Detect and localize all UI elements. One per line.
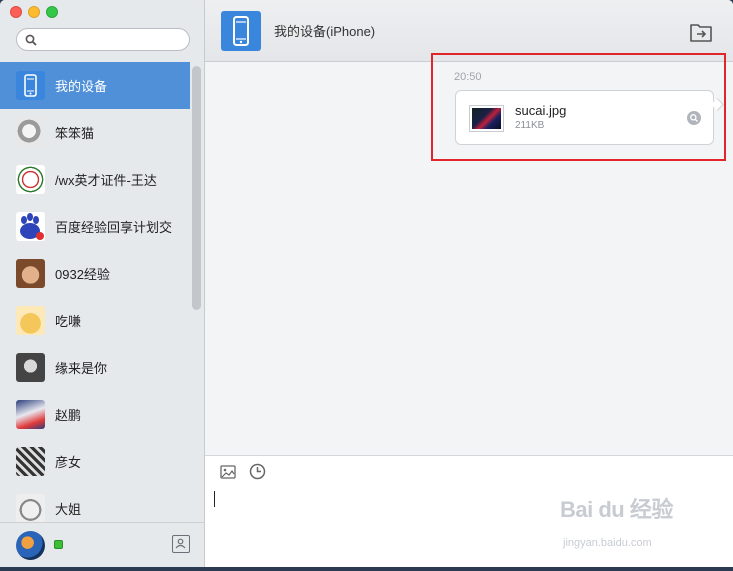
text-cursor — [214, 491, 215, 507]
conversation-list: 我的设备 笨笨猫 /wx英才证件-王达 百度经验回享计划交 0932经验 吃嗛 … — [0, 62, 190, 532]
avatar — [16, 447, 45, 476]
clock-icon[interactable] — [249, 463, 266, 480]
chat-title: 我的设备(iPhone) — [274, 24, 376, 39]
conversation-name: 0932经验 — [55, 267, 110, 282]
baidu-watermark: Bai du 经验 — [560, 497, 673, 522]
search-box[interactable] — [16, 28, 190, 51]
contacts-icon[interactable] — [172, 535, 190, 553]
image-icon[interactable] — [220, 465, 236, 479]
online-status-icon[interactable] — [54, 540, 63, 549]
sidebar: 我的设备 笨笨猫 /wx英才证件-王达 百度经验回享计划交 0932经验 吃嗛 … — [0, 0, 205, 567]
conversation-item-my-device[interactable]: 我的设备 — [0, 62, 190, 109]
conversation-name: 彦女 — [55, 455, 82, 470]
zoom-window-button[interactable] — [46, 6, 58, 18]
phone-icon — [16, 71, 45, 100]
avatar — [16, 494, 45, 523]
close-window-button[interactable] — [10, 6, 22, 18]
conversation-item[interactable]: 吃嗛 — [0, 297, 190, 344]
conversation-name: /wx英才证件-王达 — [55, 173, 157, 188]
conversation-name: 吃嗛 — [55, 314, 82, 329]
avatar — [16, 212, 45, 241]
conversation-name: 赵鹏 — [55, 408, 82, 423]
baidu-watermark-url: jingyan.baidu.com — [563, 537, 652, 549]
avatar — [16, 306, 45, 335]
sidebar-footer — [0, 522, 204, 567]
annotation-highlight-box — [431, 53, 726, 161]
avatar — [16, 353, 45, 382]
my-avatar[interactable] — [16, 531, 45, 560]
conversation-item[interactable]: 笨笨猫 — [0, 109, 190, 156]
conversation-item[interactable]: /wx英才证件-王达 — [0, 156, 190, 203]
conversation-name: 大姐 — [55, 502, 82, 517]
avatar — [16, 400, 45, 429]
window-controls — [10, 6, 58, 18]
conversation-name: 笨笨猫 — [55, 126, 95, 141]
app-window: 我的设备 笨笨猫 /wx英才证件-王达 百度经验回享计划交 0932经验 吃嗛 … — [0, 0, 733, 567]
send-file-icon[interactable] — [689, 22, 713, 43]
sidebar-scrollbar[interactable] — [192, 66, 201, 310]
phone-icon — [221, 11, 261, 51]
conversation-item[interactable]: 0932经验 — [0, 250, 190, 297]
conversation-item[interactable]: 彦女 — [0, 438, 190, 485]
conversation-item[interactable]: 百度经验回享计划交 — [0, 203, 190, 250]
avatar — [16, 165, 45, 194]
conversation-item[interactable]: 缘来是你 — [0, 344, 190, 391]
conversation-item[interactable]: 赵鹏 — [0, 391, 190, 438]
conversation-name: 百度经验回享计划交 — [55, 220, 173, 235]
minimize-window-button[interactable] — [28, 6, 40, 18]
search-input[interactable] — [41, 31, 185, 50]
search-icon — [25, 34, 37, 46]
conversation-name: 我的设备 — [55, 79, 108, 94]
avatar — [16, 118, 45, 147]
avatar — [16, 259, 45, 288]
conversation-name: 缘来是你 — [55, 361, 108, 376]
